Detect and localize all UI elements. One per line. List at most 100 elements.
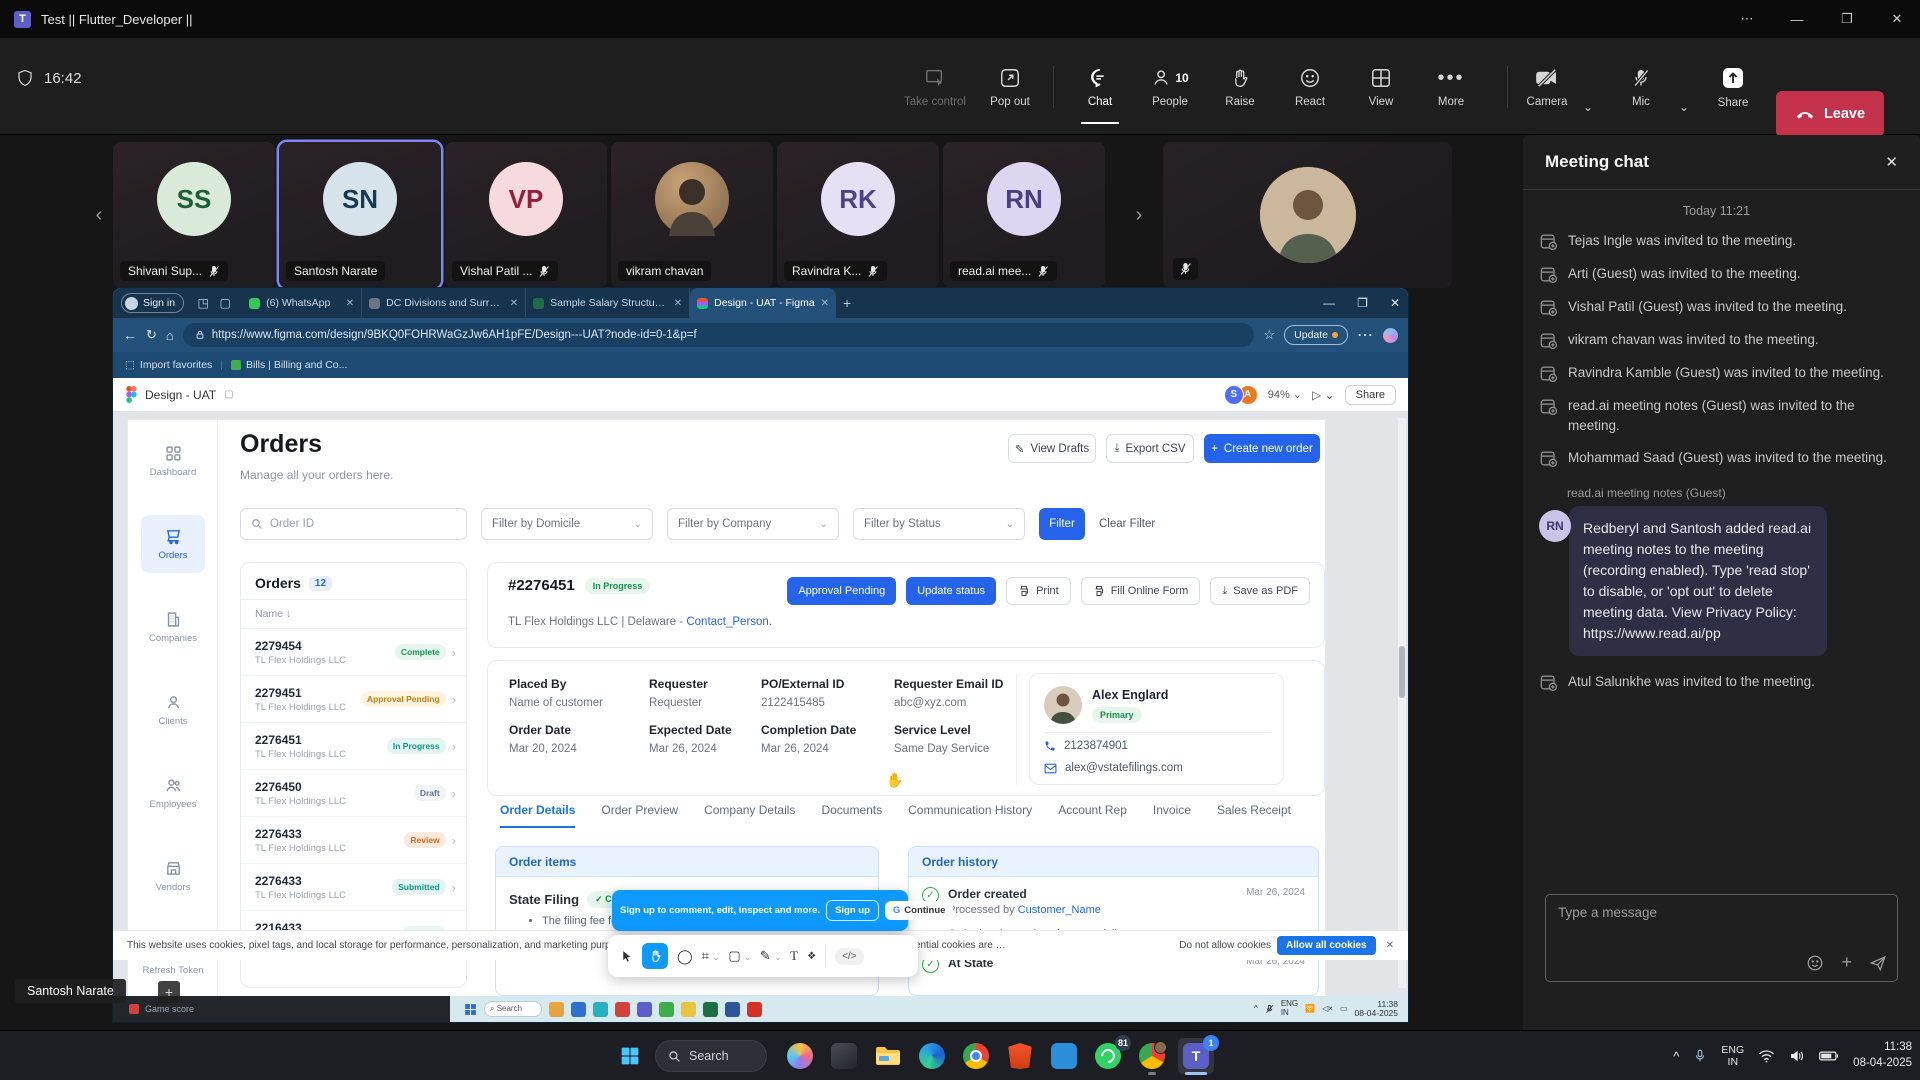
- taskbar-chrome[interactable]: [958, 1038, 994, 1074]
- tray-mic-icon[interactable]: [1693, 1048, 1707, 1064]
- figma-file-menu-icon[interactable]: ▢: [224, 389, 233, 400]
- sidebar-item-dashboard[interactable]: Dashboard: [141, 432, 205, 490]
- sidebar-item-orders[interactable]: Orders: [141, 515, 205, 573]
- browser-minimize-icon[interactable]: —: [1323, 296, 1335, 310]
- contact-email-row[interactable]: alex@vstatefilings.com: [1044, 762, 1183, 774]
- mic-button[interactable]: Mic: [1608, 52, 1674, 122]
- detail-tab[interactable]: Invoice: [1153, 803, 1191, 828]
- chat-close-icon[interactable]: ✕: [1885, 153, 1898, 171]
- more-button[interactable]: ••• More: [1418, 52, 1484, 122]
- present-icon[interactable]: ▷ ⌄: [1312, 388, 1335, 402]
- figma-file-name[interactable]: Design - UAT: [145, 388, 216, 402]
- save-as-pdf-button[interactable]: ⤓Save as PDF: [1210, 577, 1310, 605]
- hand-tool-icon[interactable]: [642, 943, 668, 969]
- taskbar-teams[interactable]: T 1: [1178, 1038, 1214, 1074]
- order-row[interactable]: 2276433TL Flex Holdings LLC Submitted ›: [241, 864, 466, 911]
- browser-signin-button[interactable]: Sign in: [121, 293, 184, 313]
- order-id-search[interactable]: Order ID: [240, 508, 467, 540]
- frame-tool-icon[interactable]: ⌗ ⌄: [702, 948, 720, 964]
- tray-chevron-icon[interactable]: ^: [1673, 1049, 1679, 1064]
- copilot-icon[interactable]: [1383, 328, 1398, 343]
- filter-button[interactable]: Filter: [1039, 508, 1085, 540]
- contact-person-link[interactable]: Contact_Person.: [686, 616, 772, 628]
- fill-online-form-button[interactable]: Fill Online Form: [1081, 577, 1201, 605]
- filter-dropdown[interactable]: Filter by Company⌄: [667, 508, 839, 540]
- sidebar-item-employees[interactable]: Employees: [141, 764, 205, 822]
- text-tool-icon[interactable]: T: [790, 948, 798, 964]
- sidebar-item-vendors[interactable]: Vendors: [141, 847, 205, 905]
- taskbar-copilot[interactable]: [782, 1038, 818, 1074]
- export-csv-button[interactable]: ⤓Export CSV: [1106, 434, 1194, 463]
- taskbar-app-dark[interactable]: [826, 1038, 862, 1074]
- create-new-order-button[interactable]: +Create new order: [1204, 434, 1320, 463]
- participant-tile[interactable]: vikram chavan: [611, 142, 773, 288]
- browser-update-button[interactable]: Update: [1284, 325, 1348, 345]
- allow-cookies-button[interactable]: Allow all cookies: [1277, 936, 1376, 955]
- raise-hand-button[interactable]: Raise: [1207, 52, 1273, 122]
- browser-menu-icon[interactable]: ⋯: [1357, 325, 1374, 345]
- leave-button[interactable]: Leave: [1776, 91, 1884, 137]
- detail-tab[interactable]: Order Details: [500, 803, 575, 828]
- shape-tool-icon[interactable]: ◯: [677, 948, 693, 965]
- detail-tab[interactable]: Communication History: [908, 803, 1032, 828]
- order-row[interactable]: 2279451TL Flex Holdings LLC Approval Pen…: [241, 676, 466, 723]
- taskbar-vscode[interactable]: [1046, 1038, 1082, 1074]
- bookmark-bills[interactable]: Bills | Billing and Co...: [231, 359, 347, 371]
- browser-tab[interactable]: (6) WhatsApp ✕: [242, 288, 362, 318]
- chat-message-bubble[interactable]: Redberyl and Santosh added read.ai meeti…: [1569, 506, 1827, 656]
- view-drafts-button[interactable]: ✎View Drafts: [1008, 434, 1096, 463]
- print-button[interactable]: Print: [1006, 577, 1071, 605]
- component-tool-icon[interactable]: ❖: [807, 951, 816, 962]
- minimize-icon[interactable]: —: [1774, 0, 1820, 38]
- camera-chevron-icon[interactable]: ⌄: [1583, 100, 1593, 114]
- url-field[interactable]: https://www.figma.com/design/9BKQ0FOHRWa…: [183, 323, 1255, 347]
- taskbar-file-explorer[interactable]: [870, 1038, 906, 1074]
- share-button[interactable]: Share: [1700, 52, 1766, 122]
- battery-icon[interactable]: [1819, 1050, 1839, 1062]
- tiles-scroll-left-icon[interactable]: ‹: [88, 200, 110, 230]
- mic-chevron-icon[interactable]: ⌄: [1679, 100, 1689, 114]
- back-icon[interactable]: ←: [123, 327, 137, 343]
- tiles-scroll-right-icon[interactable]: ›: [1128, 200, 1150, 230]
- browser-tab[interactable]: DC Divisions and Surroundings ✕: [362, 288, 526, 318]
- taskbar-whatsapp[interactable]: 81: [1090, 1038, 1126, 1074]
- deny-cookies-button[interactable]: Do not allow cookies: [1179, 940, 1271, 951]
- spotlight-tile[interactable]: [1163, 142, 1452, 288]
- tab-close-icon[interactable]: ✕: [821, 298, 829, 309]
- participant-tile[interactable]: RN read.ai mee...: [943, 142, 1105, 288]
- participant-tile[interactable]: RK Ravindra K...: [777, 142, 939, 288]
- page-scrollbar[interactable]: [1398, 418, 1406, 988]
- rectangle-tool-icon[interactable]: ▢ ⌄: [728, 948, 751, 964]
- volume-icon[interactable]: [1789, 1049, 1805, 1063]
- take-control-button[interactable]: Take control: [902, 52, 968, 122]
- chat-button[interactable]: Chat: [1067, 52, 1133, 122]
- participant-tile[interactable]: VP Vishal Patil ...: [445, 142, 607, 288]
- taskbar-clock[interactable]: 11:38 08-04-2025: [1853, 1040, 1912, 1071]
- google-continue-button[interactable]: GContinue: [885, 901, 954, 920]
- tab-close-icon[interactable]: ✕: [510, 298, 518, 309]
- presenter-pin-button[interactable]: +: [158, 981, 180, 1003]
- tab-actions-icon[interactable]: ▢: [214, 293, 236, 313]
- order-row[interactable]: 2279454TL Flex Holdings LLC Complete ›: [241, 629, 466, 676]
- sidebar-item-clients[interactable]: Clients: [141, 681, 205, 739]
- update-status-button[interactable]: Update status: [906, 577, 996, 605]
- camera-button[interactable]: Camera: [1514, 52, 1580, 122]
- customer-link[interactable]: Customer_Name: [1018, 904, 1101, 916]
- home-icon[interactable]: ⌂: [166, 328, 174, 343]
- signup-button[interactable]: Sign up: [826, 900, 879, 921]
- send-icon[interactable]: [1869, 954, 1887, 972]
- tab-close-icon[interactable]: ✕: [346, 298, 354, 309]
- compose-box[interactable]: +: [1545, 894, 1898, 982]
- move-tool-icon[interactable]: [620, 949, 633, 964]
- order-row[interactable]: 2276450TL Flex Holdings LLC Draft ›: [241, 770, 466, 817]
- dev-mode-toggle[interactable]: </>: [835, 948, 863, 965]
- maximize-icon[interactable]: ❐: [1824, 0, 1870, 38]
- filter-dropdown[interactable]: Filter by Status⌄: [853, 508, 1025, 540]
- favorite-star-icon[interactable]: ☆: [1263, 327, 1275, 343]
- figma-share-button[interactable]: Share: [1345, 385, 1396, 405]
- browser-maximize-icon[interactable]: ❐: [1357, 296, 1368, 310]
- clear-filter-button[interactable]: Clear Filter: [1099, 518, 1155, 530]
- workspaces-icon[interactable]: ◳: [192, 293, 214, 313]
- close-icon[interactable]: ✕: [1874, 0, 1920, 38]
- people-button[interactable]: 10 People: [1137, 52, 1203, 122]
